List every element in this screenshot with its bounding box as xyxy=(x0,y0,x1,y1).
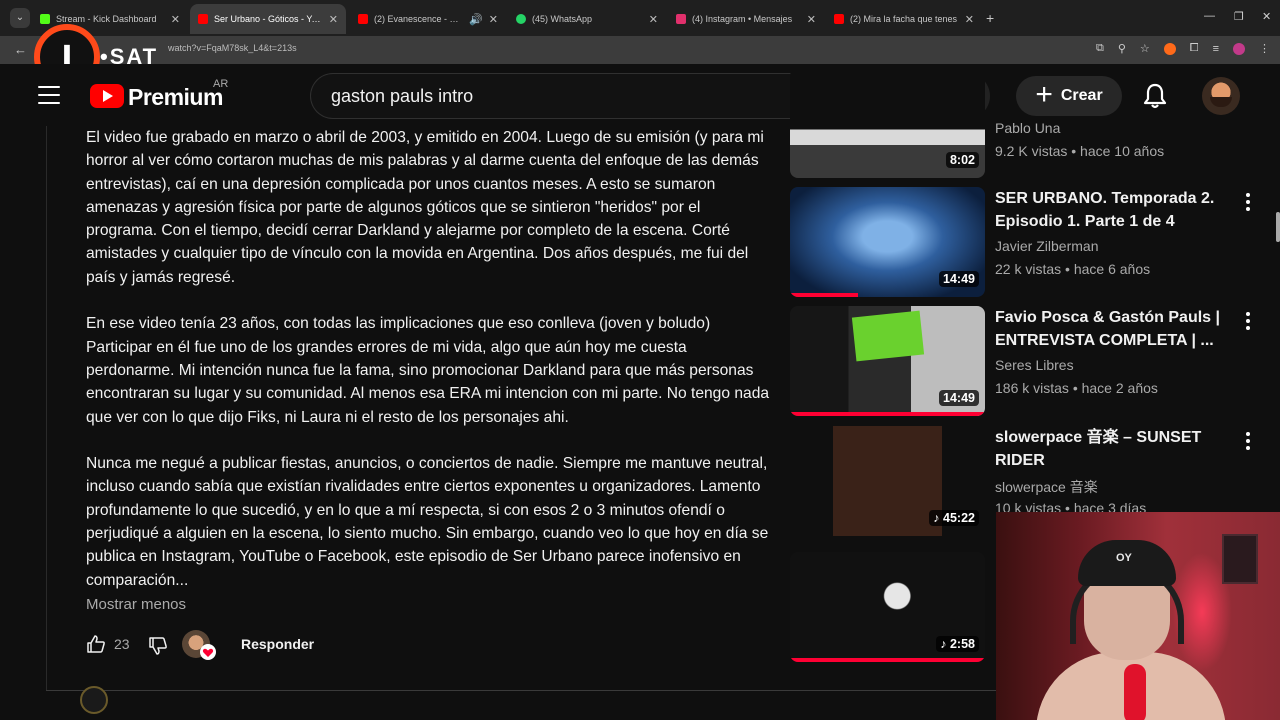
search-input[interactable] xyxy=(331,74,811,118)
wall-picture-frame xyxy=(1222,534,1258,584)
kick-favicon-icon xyxy=(40,14,50,24)
more-options-icon[interactable] xyxy=(1246,312,1250,330)
minimize-window-icon[interactable]: — xyxy=(1204,10,1215,22)
video-meta: 9.2 K vistas • hace 10 años xyxy=(995,143,1165,159)
video-thumbnail[interactable]: 14:49 xyxy=(790,187,985,297)
tab-mira-la-facha[interactable]: (2) Mira la facha que tenes ✕ xyxy=(826,6,982,32)
comment-paragraph: En ese video tenía 23 años, con todas la… xyxy=(86,315,770,426)
extensions-puzzle-icon[interactable]: ⧠ xyxy=(1190,42,1199,55)
video-duration: 8:02 xyxy=(945,152,979,168)
video-meta: 22 k vistas • hace 6 años xyxy=(995,261,1151,277)
watch-progress-bar xyxy=(790,658,985,662)
comment-divider xyxy=(46,690,996,691)
recommendation-item[interactable]: 14:49 Favio Posca & Gastón Pauls | ENTRE… xyxy=(790,306,1260,416)
search-box[interactable] xyxy=(310,73,860,119)
close-tab-icon[interactable]: ✕ xyxy=(965,13,974,26)
youtube-premium-brand[interactable]: Premium xyxy=(128,84,223,111)
video-title[interactable]: SER URBANO. Temporada 2. Episodio 1. Par… xyxy=(995,187,1225,233)
comment-thread-line xyxy=(46,126,47,690)
back-arrow-icon[interactable]: ← xyxy=(14,42,27,57)
video-title[interactable]: slowerpace 音楽 – SUNSET RIDER xyxy=(995,426,1225,472)
whatsapp-favicon-icon xyxy=(516,14,526,24)
comment-paragraph: Nunca me negué a publicar fiestas, anunc… xyxy=(86,455,769,589)
recommendation-item[interactable]: 14:49 SER URBANO. Temporada 2. Episodio … xyxy=(790,187,1260,297)
thumbnail-badge xyxy=(851,310,925,362)
like-thumb-icon[interactable] xyxy=(86,634,106,654)
bookmark-star-icon[interactable]: ☆ xyxy=(1140,42,1150,55)
tab-search-button[interactable]: ⌄ xyxy=(10,8,30,28)
video-duration: ♪ 2:58 xyxy=(936,636,979,652)
streamer-webcam-overlay: OY xyxy=(996,512,1280,720)
show-less-button[interactable]: Mostrar menos xyxy=(86,596,186,613)
next-comment-avatar[interactable] xyxy=(80,686,108,714)
youtube-favicon-icon xyxy=(358,14,368,24)
video-duration: 14:49 xyxy=(939,271,979,287)
video-duration: 14:49 xyxy=(939,390,979,406)
instagram-favicon-icon xyxy=(676,14,686,24)
youtube-logo-icon[interactable] xyxy=(90,84,124,108)
close-window-icon[interactable]: ✕ xyxy=(1262,10,1271,23)
youtube-favicon-icon xyxy=(198,14,208,24)
more-options-icon[interactable] xyxy=(1246,193,1250,211)
new-tab-button[interactable]: + xyxy=(986,10,994,26)
tab-whatsapp[interactable]: (45) WhatsApp ✕ xyxy=(508,6,666,32)
close-tab-icon[interactable]: ✕ xyxy=(807,13,816,26)
video-channel[interactable]: Seres Libres xyxy=(995,357,1074,373)
watch-progress-bar xyxy=(790,293,859,297)
close-tab-icon[interactable]: ✕ xyxy=(329,13,338,26)
video-thumbnail[interactable]: 14:49 xyxy=(790,306,985,416)
close-tab-icon[interactable]: ✕ xyxy=(649,13,658,26)
speaker-icon[interactable]: 🔊 xyxy=(469,13,483,26)
youtube-favicon-icon xyxy=(834,14,844,24)
recommendation-item[interactable]: 8:02 Pablo Una 9.2 K vistas • hace 10 añ… xyxy=(790,68,1260,178)
video-duration: ♪ 45:22 xyxy=(929,510,979,526)
video-thumbnail[interactable]: 8:02 xyxy=(790,68,985,178)
video-thumbnail[interactable]: ♪ 2:58 xyxy=(790,552,985,662)
extension-icon[interactable] xyxy=(1163,42,1176,55)
profile-icon[interactable] xyxy=(1233,42,1245,55)
video-channel[interactable]: Javier Zilberman xyxy=(995,238,1098,254)
heart-icon xyxy=(200,644,216,660)
comment-actions: 23 Responder xyxy=(86,630,486,660)
restore-window-icon[interactable]: ❐ xyxy=(1234,10,1244,23)
zoom-icon[interactable]: ⚲ xyxy=(1118,42,1126,55)
browser-tabstrip: ⌄ Stream - Kick Dashboard ✕ Ser Urbano -… xyxy=(0,0,1280,36)
more-options-icon[interactable] xyxy=(1246,432,1250,450)
tab-instagram[interactable]: (4) Instagram • Mensajes ✕ xyxy=(668,6,824,32)
watch-progress-bar xyxy=(790,412,985,416)
like-count: 23 xyxy=(114,636,130,652)
region-code: AR xyxy=(213,78,229,90)
reply-button[interactable]: Responder xyxy=(241,636,314,652)
comment-text: El video fue grabado en marzo o abril de… xyxy=(86,126,770,592)
address-bar-row: ← watch?v=FqaM78sk_L4&t=213s ⧉ ⚲ ☆ ⧠ ≡ ⋮ xyxy=(0,36,1280,64)
close-tab-icon[interactable]: ✕ xyxy=(489,13,498,26)
dislike-thumb-icon[interactable] xyxy=(148,636,168,656)
hamburger-menu-icon[interactable] xyxy=(38,86,60,104)
video-meta: 186 k vistas • hace 2 años xyxy=(995,380,1158,396)
page-scrollbar[interactable] xyxy=(1276,212,1280,242)
streamer-cap: OY xyxy=(1078,540,1176,586)
video-title[interactable]: Favio Posca & Gastón Pauls | ENTREVISTA … xyxy=(995,306,1225,352)
cast-icon[interactable]: ⧉ xyxy=(1096,42,1104,55)
tab-evanescence[interactable]: (2) Evanescence - Going U 🔊 ✕ xyxy=(350,6,506,32)
video-thumbnail[interactable]: ♪ 45:22 xyxy=(790,426,985,536)
browser-menu-icon[interactable]: ⋮ xyxy=(1259,42,1270,55)
comment-paragraph: El video fue grabado en marzo o abril de… xyxy=(86,129,764,286)
address-bar-url[interactable]: watch?v=FqaM78sk_L4&t=213s xyxy=(168,43,297,53)
video-channel[interactable]: slowerpace 音楽 xyxy=(995,477,1098,497)
video-channel[interactable]: Pablo Una xyxy=(995,120,1060,136)
close-tab-icon[interactable]: ✕ xyxy=(171,13,180,26)
address-bar-actions: ⧉ ⚲ ☆ ⧠ ≡ ⋮ xyxy=(1096,42,1270,55)
tab-ser-urbano-youtube[interactable]: Ser Urbano - Góticos - YouTube ✕ xyxy=(190,4,346,34)
reading-list-icon[interactable]: ≡ xyxy=(1213,43,1219,55)
microphone-icon xyxy=(1124,664,1146,720)
